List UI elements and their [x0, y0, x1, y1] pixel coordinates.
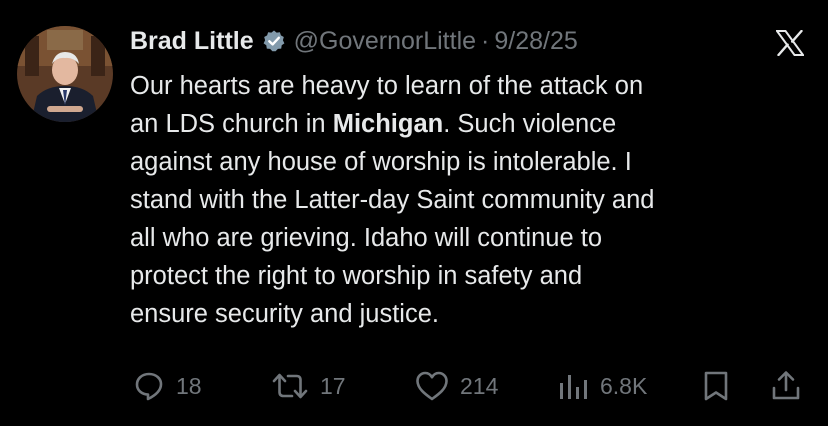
- tweet-text-line: protect the right to worship in safety a…: [130, 262, 583, 290]
- bookmark-icon: [704, 371, 728, 401]
- tweet-text-line: all who are grieving. Idaho will continu…: [130, 224, 603, 252]
- reply-button[interactable]: 18: [132, 366, 202, 406]
- tweet-text-segment: an LDS church in: [130, 110, 333, 138]
- user-handle[interactable]: @GovernorLittle: [294, 27, 476, 56]
- tweet-text-line: an LDS church in Michigan. Such violence: [130, 105, 820, 143]
- tweet-text-line: Our hearts are heavy to learn of the att…: [130, 72, 644, 100]
- views-button[interactable]: 6.8K: [556, 366, 647, 406]
- tweet-date[interactable]: 9/28/25: [494, 27, 577, 56]
- tweet-text-line: ensure security and justice.: [130, 300, 439, 328]
- verified-badge-icon: [262, 29, 286, 53]
- repost-count: 17: [320, 372, 346, 399]
- reply-icon: [135, 372, 163, 401]
- meta-separator: ·: [481, 26, 490, 55]
- display-name[interactable]: Brad Little: [130, 27, 254, 56]
- like-count: 214: [460, 372, 499, 399]
- tweet-text-line: against any house of worship is intolera…: [130, 148, 632, 176]
- share-icon: [772, 371, 800, 400]
- tweet-text: Our hearts are heavy to learn of the att…: [130, 67, 820, 333]
- avatar-photo: [17, 26, 113, 122]
- x-logo-icon[interactable]: [775, 29, 805, 57]
- views-chart-icon: [560, 375, 587, 399]
- tweet-text-segment: . Such violence: [443, 110, 617, 138]
- tweet-text-line: stand with the Latter-day Saint communit…: [130, 186, 655, 214]
- bookmark-button[interactable]: [701, 366, 731, 406]
- heart-icon: [416, 371, 448, 401]
- like-button[interactable]: 214: [414, 366, 498, 406]
- view-count: 6.8K: [600, 372, 648, 399]
- share-button[interactable]: [770, 366, 802, 406]
- tweet-text-bold: Michigan: [332, 110, 444, 138]
- avatar[interactable]: [17, 26, 113, 122]
- repost-button[interactable]: 17: [270, 366, 346, 406]
- repost-icon: [272, 373, 308, 399]
- tweet-header: Brad Little @GovernorLittle · 9/28/25: [130, 24, 578, 58]
- tweet-card: Brad Little @GovernorLittle · 9/28/25 Ou…: [0, 0, 828, 426]
- reply-count: 18: [176, 372, 202, 399]
- action-bar: 18 17 214 6.8K: [0, 366, 828, 406]
